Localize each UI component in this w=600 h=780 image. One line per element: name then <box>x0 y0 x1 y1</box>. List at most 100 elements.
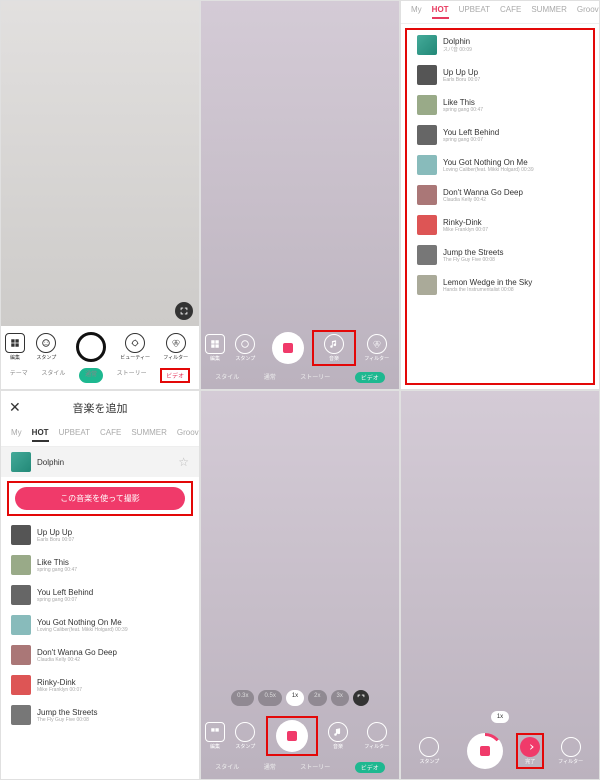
cat-summer[interactable]: SUMMER <box>131 428 167 442</box>
speed-bar: 1x <box>401 707 599 727</box>
shutter-record[interactable] <box>266 716 318 756</box>
panel-music-list: My HOT UPBEAT CAFE SUMMER Groov Dolphinス… <box>400 0 600 390</box>
camera-toolbar: 編集 スタンプ 音楽 フィルター <box>201 324 399 368</box>
tab-video[interactable]: ビデオ <box>160 368 190 383</box>
shutter-button[interactable] <box>68 332 114 362</box>
tab-video[interactable]: ビデオ <box>355 372 385 383</box>
track-item[interactable]: Don't Wanna Go DeepClaudia Kelly 00:42 <box>407 180 593 210</box>
tool-filter[interactable]: フィルター <box>358 722 395 750</box>
tool-stamp[interactable]: スタンプ <box>227 334 264 362</box>
speed-1x[interactable]: 1x <box>286 690 304 706</box>
tool-stamp[interactable]: スタンプ <box>27 333 66 361</box>
speed-05x[interactable]: 0.5x <box>258 690 281 706</box>
track-item[interactable]: Dolphinスパ音 00:09 <box>407 30 593 60</box>
cat-cafe[interactable]: CAFE <box>100 428 121 442</box>
tool-grid[interactable]: 編集 <box>205 334 225 362</box>
tool-filter[interactable]: フィルター <box>546 737 595 765</box>
track-item[interactable]: You Got Nothing On MeLoving Caliber(feat… <box>407 150 593 180</box>
tool-stamp[interactable]: スタンプ <box>405 737 454 765</box>
tool-grid[interactable]: 編集 <box>5 333 25 361</box>
cat-my[interactable]: My <box>411 5 422 19</box>
track-item[interactable]: Up Up UpEarls Boru 00:07 <box>1 520 199 550</box>
track-item[interactable]: Jump the StreetsThe Fly Guy Five 00:08 <box>1 700 199 730</box>
tool-filter[interactable]: フィルター <box>358 334 395 362</box>
panel-complete: 1x スタンプ 完了 フィルター <box>400 390 600 780</box>
cat-upbeat[interactable]: UPBEAT <box>59 428 90 442</box>
track-item[interactable]: Rinky-DinkMike Franklyn 00:07 <box>1 670 199 700</box>
cat-my[interactable]: My <box>11 428 22 442</box>
cat-groove[interactable]: Groov <box>177 428 199 442</box>
cat-groove[interactable]: Groov <box>577 5 599 19</box>
tab-theme[interactable]: テーマ <box>10 368 28 383</box>
music-header: ✕ 音楽を追加 <box>1 391 199 424</box>
panel-add-music: ✕ 音楽を追加 My HOT UPBEAT CAFE SUMMER Groov … <box>0 390 200 780</box>
track-thumb <box>417 95 437 115</box>
expand-icon[interactable] <box>175 302 193 320</box>
track-item-selected[interactable]: Dolphin ☆ <box>1 447 199 477</box>
shutter-recording[interactable] <box>456 733 515 769</box>
panel-camera-video: 編集 スタンプ ビューティー フィルター テーマ スタイル 通常 ストーリー ビ… <box>0 0 200 390</box>
track-thumb <box>417 35 437 55</box>
speed-2x[interactable]: 2x <box>308 690 326 706</box>
mode-tabs: スタイル 通常 ストーリー ビデオ <box>201 368 399 389</box>
tab-normal[interactable]: 通常 <box>79 368 103 383</box>
track-thumb <box>11 675 31 695</box>
music-categories: My HOT UPBEAT CAFE SUMMER Groov <box>1 424 199 447</box>
shutter-record[interactable] <box>266 332 310 364</box>
track-item[interactable]: Lemon Wedge in the SkyHands the Instrume… <box>407 270 593 300</box>
music-categories: My HOT UPBEAT CAFE SUMMER Groov <box>401 1 599 24</box>
track-thumb <box>11 555 31 575</box>
tab-story[interactable]: ストーリー <box>117 368 147 383</box>
speed-1x[interactable]: 1x <box>491 711 509 723</box>
track-item[interactable]: Jump the StreetsThe Fly Guy Five 00:08 <box>407 240 593 270</box>
tab-style[interactable]: スタイル <box>41 368 65 383</box>
track-item[interactable]: You Left Behindspring gang 00:07 <box>1 580 199 610</box>
track-item[interactable]: Up Up UpEarls Boru 00:07 <box>407 60 593 90</box>
tool-music[interactable]: 音楽 <box>320 722 357 750</box>
panel-music-tool: 編集 スタンプ 音楽 フィルター スタイル 通常 ストーリー ビデオ <box>200 0 400 390</box>
panel-record: 0.3x 0.5x 1x 2x 3x 編集 スタンプ 音楽 フィルター スタイル… <box>200 390 400 780</box>
track-item[interactable]: Like Thisspring gang 00:47 <box>407 90 593 120</box>
cat-summer[interactable]: SUMMER <box>531 5 567 19</box>
music-title: 音楽を追加 <box>21 400 179 416</box>
favorite-icon[interactable]: ☆ <box>178 455 189 469</box>
speed-03x[interactable]: 0.3x <box>231 690 254 706</box>
expand-icon[interactable] <box>353 690 369 706</box>
tool-stamp[interactable]: スタンプ <box>227 722 264 750</box>
tool-beauty[interactable]: ビューティー <box>116 333 155 361</box>
tab-story[interactable]: ストーリー <box>300 762 330 773</box>
tool-filter[interactable]: フィルター <box>156 333 195 361</box>
tool-music[interactable]: 音楽 <box>312 330 357 366</box>
track-thumb <box>417 275 437 295</box>
track-thumb <box>417 125 437 145</box>
complete-button[interactable]: 完了 <box>516 733 544 769</box>
track-thumb <box>417 245 437 265</box>
tab-style[interactable]: スタイル <box>215 762 239 773</box>
tab-video[interactable]: ビデオ <box>355 762 385 773</box>
use-music-button[interactable]: この音楽を使って撮影 <box>15 487 185 510</box>
track-thumb <box>11 705 31 725</box>
track-item[interactable]: Like Thisspring gang 00:47 <box>1 550 199 580</box>
track-item[interactable]: You Got Nothing On MeLoving Caliber(feat… <box>1 610 199 640</box>
tab-style[interactable]: スタイル <box>215 372 239 383</box>
cat-upbeat[interactable]: UPBEAT <box>459 5 490 19</box>
track-item[interactable]: You Left Behindspring gang 00:07 <box>407 120 593 150</box>
tab-normal[interactable]: 通常 <box>264 762 276 773</box>
tool-grid[interactable]: 編集 <box>205 722 225 750</box>
speed-bar: 0.3x 0.5x 1x 2x 3x <box>201 686 399 710</box>
tab-story[interactable]: ストーリー <box>300 372 330 383</box>
tab-normal[interactable]: 通常 <box>264 372 276 383</box>
camera-toolbar: 編集 スタンプ ビューティー フィルター <box>1 326 199 364</box>
close-icon[interactable]: ✕ <box>9 399 21 416</box>
cat-hot[interactable]: HOT <box>432 5 449 19</box>
track-thumb <box>11 615 31 635</box>
speed-3x[interactable]: 3x <box>331 690 349 706</box>
cat-hot[interactable]: HOT <box>32 428 49 442</box>
cat-cafe[interactable]: CAFE <box>500 5 521 19</box>
track-item[interactable]: Don't Wanna Go DeepClaudia Kelly 00:42 <box>1 640 199 670</box>
camera-toolbar: スタンプ 完了 フィルター <box>401 727 599 771</box>
track-thumb <box>417 155 437 175</box>
track-item[interactable]: Rinky-DinkMike Franklyn 00:07 <box>407 210 593 240</box>
track-thumb <box>11 452 31 472</box>
mode-tabs: スタイル 通常 ストーリー ビデオ <box>201 758 399 779</box>
